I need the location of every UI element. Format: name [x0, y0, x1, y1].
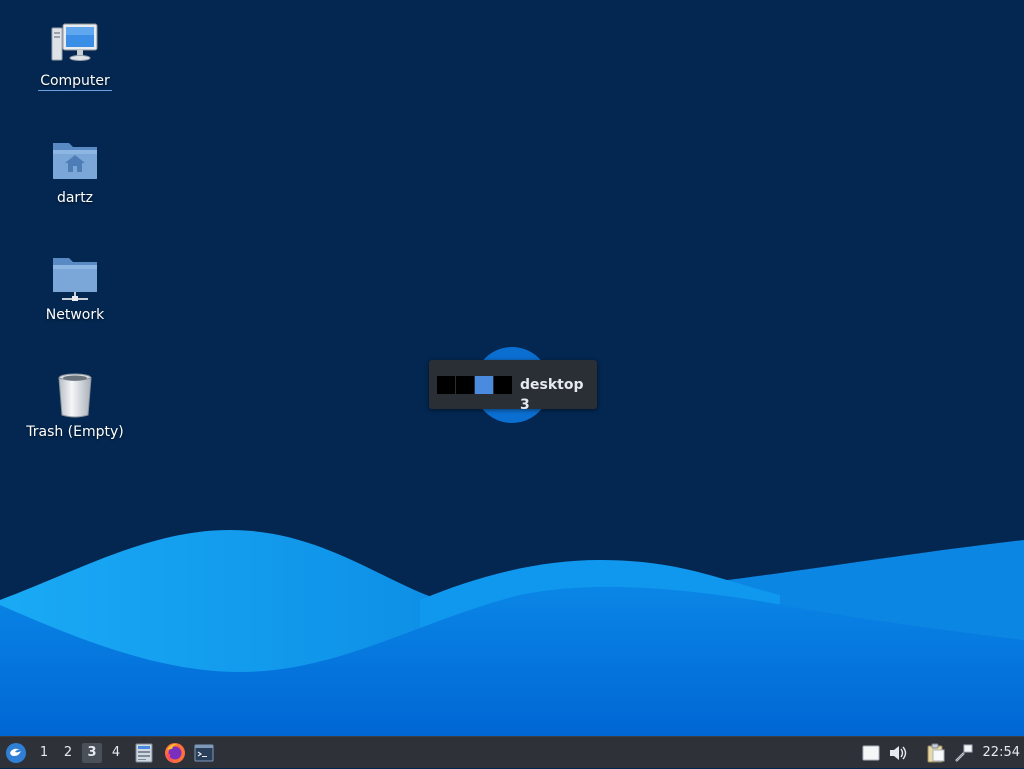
tray-clipboard[interactable]: [924, 737, 948, 769]
osd-pager-cell: [494, 376, 512, 394]
volume-icon: [890, 746, 907, 760]
desktop-icon-label: Network: [45, 307, 105, 323]
osd-desktop-name: desktop 3: [520, 377, 584, 413]
network-tool-icon: [955, 744, 973, 762]
workspace-button-2[interactable]: 2: [58, 743, 78, 763]
desktop-icon-trash[interactable]: Trash (Empty): [20, 371, 130, 441]
desktop-icon-label: dartz: [56, 190, 94, 206]
workspace-button-4[interactable]: 4: [106, 743, 126, 763]
firefox-icon: [165, 743, 185, 763]
clock[interactable]: 22:54: [983, 737, 1020, 769]
trash-icon: [58, 373, 92, 418]
osd-pager-cell: [456, 376, 474, 394]
desktop-icon-computer[interactable]: Computer: [20, 20, 130, 91]
lxqt-menu-icon: [6, 743, 26, 763]
desktop-switch-osd: desktop 3: [429, 360, 597, 413]
notes-icon: [862, 745, 880, 761]
workspace-button-3[interactable]: 3: [82, 743, 102, 763]
start-menu-button[interactable]: [2, 737, 30, 769]
taskbar: 1 2 3 4 22:54: [0, 736, 1024, 768]
launcher-firefox[interactable]: [162, 737, 188, 769]
desktop-icon-home-folder[interactable]: dartz: [20, 137, 130, 207]
tray-notes[interactable]: [860, 737, 882, 769]
terminal-icon: [194, 744, 214, 762]
clipboard-icon: [927, 743, 945, 763]
launcher-file-manager[interactable]: [132, 737, 156, 769]
desktop-icon-label: Computer: [38, 73, 112, 91]
home-folder-icon: [53, 143, 97, 179]
workspace-button-1[interactable]: 1: [34, 743, 54, 763]
desktop-icon-network[interactable]: Network: [20, 254, 130, 324]
desktop-icon-label: Trash (Empty): [26, 424, 124, 440]
file-manager-icon: [135, 743, 153, 763]
osd-pager-cell: [437, 376, 455, 394]
launcher-terminal[interactable]: [192, 737, 216, 769]
tray-network-tool[interactable]: [952, 737, 976, 769]
computer-icon: [51, 23, 98, 61]
osd-pager: [437, 376, 512, 394]
desktop[interactable]: Computer dartz Network Trash (Empty) des…: [0, 0, 1024, 736]
tray-volume[interactable]: [886, 737, 910, 769]
network-folder-icon: [53, 258, 97, 301]
osd-pager-cell-current: [475, 376, 493, 394]
